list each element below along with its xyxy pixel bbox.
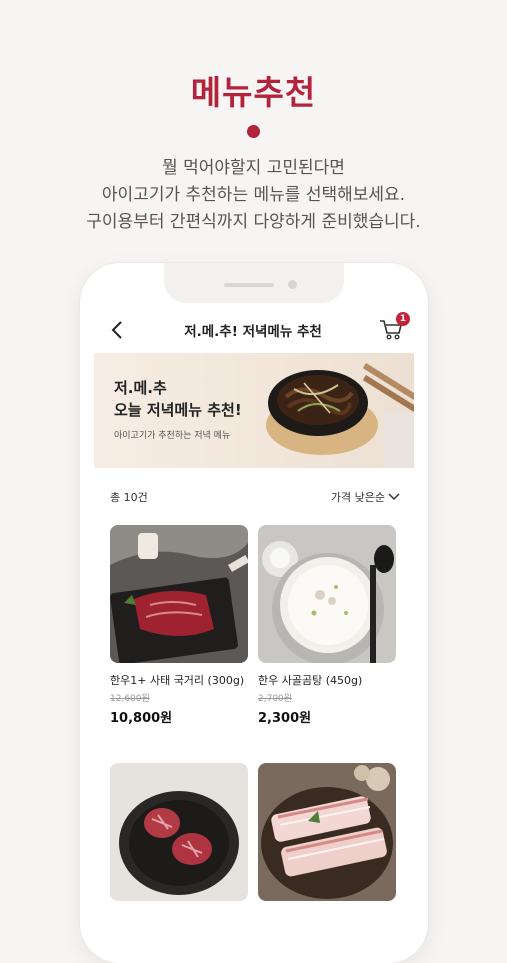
product-name: 한우 사골곰탕 (450g) — [258, 674, 363, 687]
chevron-left-icon — [111, 321, 122, 339]
cart-button[interactable]: 1 — [378, 312, 410, 344]
promo-dot — [247, 125, 260, 138]
product-original-price: 12,600원 — [110, 694, 150, 704]
banner-title: 저.메.추 오늘 저녁메뉴 추천! — [114, 377, 242, 421]
product-image — [110, 763, 248, 901]
cart-count-badge: 1 — [396, 312, 410, 326]
promo-line: 구이용부터 간편식까지 다양하게 준비했습니다. — [86, 212, 421, 232]
product-price: 2,300원 — [258, 711, 312, 726]
product-image — [258, 525, 396, 663]
product-price: 10,800원 — [110, 711, 173, 726]
list-summary: 총 10건 가격 낮은순 — [94, 487, 414, 507]
phone-notch — [164, 263, 344, 303]
sort-dropdown[interactable]: 가격 낮은순 — [331, 489, 400, 505]
banner-title-line: 오늘 저녁메뉴 추천! — [114, 401, 242, 419]
result-count: 총 10건 — [110, 491, 148, 504]
product-card[interactable] — [258, 763, 396, 901]
banner-title-line: 저.메.추 — [114, 379, 167, 397]
product-card[interactable] — [110, 763, 248, 901]
recommendation-banner[interactable]: 저.메.추 오늘 저녁메뉴 추천! 아이고기가 추천하는 저녁 메뉴 — [94, 353, 414, 468]
chevron-down-icon — [388, 493, 400, 501]
back-button[interactable] — [94, 318, 128, 342]
promo-description: 뭘 먹어야할지 고민된다면 아이고기가 추천하는 메뉴를 선택해보세요. 구이용… — [0, 155, 507, 236]
promo-line: 뭘 먹어야할지 고민된다면 — [162, 158, 345, 178]
promo-line: 아이고기가 추천하는 메뉴를 선택해보세요. — [101, 185, 406, 205]
phone-mockup: 저.메.추! 저녁메뉴 추천 1 저.메.추 오늘 저녁메뉴 추천! 아이고기가… — [80, 263, 428, 963]
product-image — [110, 525, 248, 663]
product-name: 한우1+ 사태 국거리 (300g) — [110, 674, 245, 687]
product-original-price: 2,700원 — [258, 694, 293, 704]
sort-label: 가격 낮은순 — [330, 491, 385, 504]
banner-subtitle: 아이고기가 추천하는 저녁 메뉴 — [114, 431, 231, 441]
promo-headline: 메뉴추천 — [190, 73, 317, 112]
page-title: 저.메.추! 저녁메뉴 추천 — [184, 324, 322, 340]
top-navbar: 저.메.추! 저녁메뉴 추천 1 — [94, 311, 414, 349]
camera — [288, 280, 297, 289]
product-card[interactable]: 한우1+ 사태 국거리 (300g) 12,600원 10,800원 — [110, 525, 248, 726]
product-card[interactable]: 한우 사골곰탕 (450g) 2,700원 2,300원 — [258, 525, 396, 726]
speaker — [224, 283, 274, 287]
product-image — [258, 763, 396, 901]
bulgogi-dish-image — [266, 363, 414, 468]
